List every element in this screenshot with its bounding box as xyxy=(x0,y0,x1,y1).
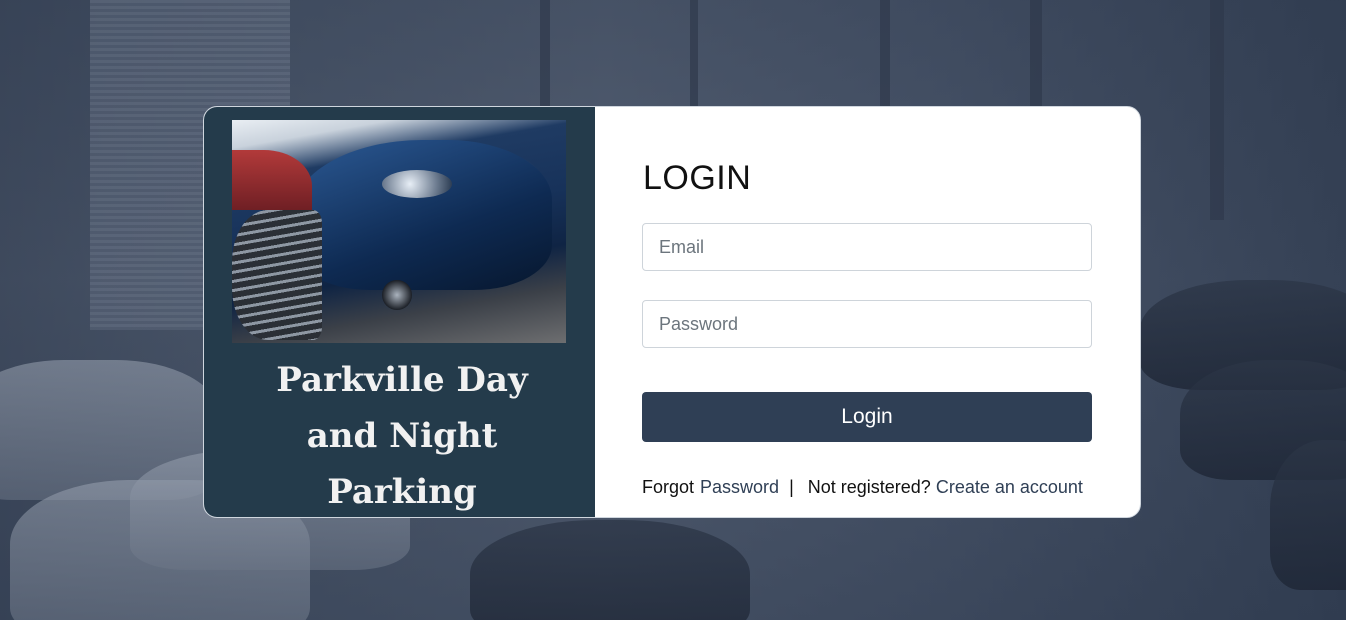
separator: | xyxy=(789,477,794,497)
brand-title: Parkville Day and Night Parking xyxy=(232,352,572,517)
password-field[interactable] xyxy=(642,300,1092,348)
footer-links: Forgot Password | Not registered? Create an… xyxy=(642,477,1083,498)
car-hood xyxy=(292,140,552,290)
parked-car xyxy=(470,520,750,620)
login-form: LOGIN Login ForgotPassword | Not registere… xyxy=(595,107,1140,517)
page-title: LOGIN xyxy=(643,159,752,197)
cars-photo xyxy=(232,120,566,343)
forgot-password-link[interactable]: Password xyxy=(700,477,779,497)
warehouse-beam xyxy=(880,0,890,110)
brand-title-line: Parking xyxy=(327,472,477,512)
not-registered-text: Not registered? xyxy=(807,477,931,497)
login-button[interactable]: Login xyxy=(642,392,1092,442)
warehouse-beam xyxy=(1210,0,1224,220)
forgot-prefix: Forgot xyxy=(642,477,695,497)
car-headlight xyxy=(382,170,452,198)
warehouse-beam xyxy=(690,0,698,110)
red-car xyxy=(232,150,312,210)
email-field[interactable] xyxy=(642,223,1092,271)
login-card: Parkville Day and Night Parking LOGIN Lo… xyxy=(203,106,1141,518)
brand-title-line: and Night xyxy=(306,416,498,456)
brand-title-line: Parkville Day xyxy=(276,360,528,400)
car-foglight xyxy=(382,280,412,310)
create-account-link[interactable]: Create an account xyxy=(936,477,1083,497)
car-grille xyxy=(232,210,322,340)
warehouse-beam xyxy=(540,0,550,110)
brand-panel: Parkville Day and Night Parking xyxy=(204,107,595,517)
